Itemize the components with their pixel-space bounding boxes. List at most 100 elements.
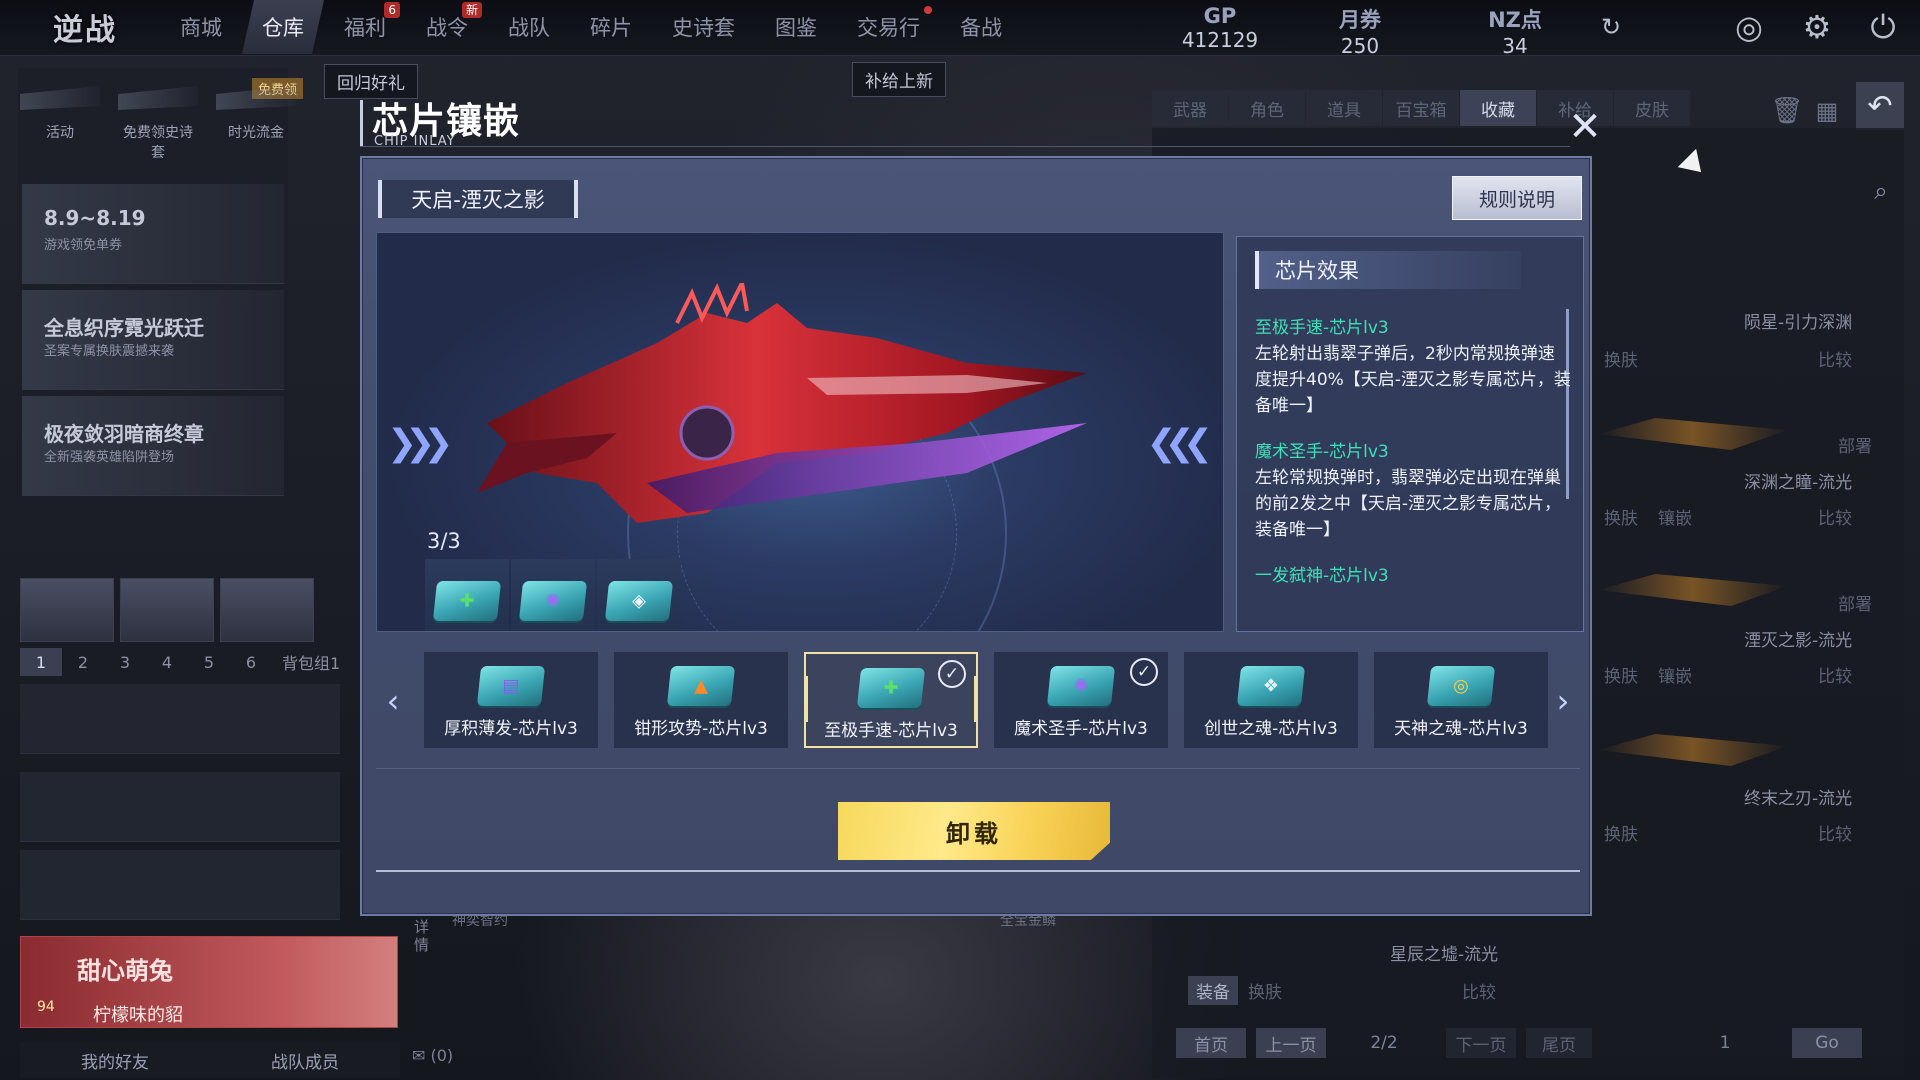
tab-treasure-box[interactable]: 百宝箱 [1383, 90, 1459, 126]
bag-tab[interactable]: 2 [62, 648, 104, 676]
chip-symbol: ▲ [694, 675, 708, 697]
compare-button[interactable]: 比较 [1818, 662, 1852, 687]
nav-codex[interactable]: 图鉴 [755, 0, 837, 54]
pager-last[interactable]: 尾页 [1526, 1028, 1592, 1058]
tab-items[interactable]: 道具 [1306, 90, 1382, 126]
chip-card[interactable]: ▤ 厚积薄发-芯片lv3 [424, 652, 598, 748]
pager-prev[interactable]: 上一页 [1256, 1028, 1326, 1058]
chip-card[interactable]: ❖ 创世之魂-芯片lv3 [1184, 652, 1358, 748]
player-title: 柠檬味的貂 [93, 1005, 183, 1026]
chip-symbol: ✚ [883, 677, 899, 699]
compare-button[interactable]: 比较 [1462, 978, 1496, 1003]
go-button[interactable]: Go [1792, 1028, 1862, 1058]
nav-prepare[interactable]: 备战 [940, 0, 1022, 54]
chip-icon: ✺ [518, 581, 588, 621]
inlay-button[interactable]: 镶嵌 [1658, 662, 1692, 687]
effects-title: 芯片效果 [1255, 251, 1521, 289]
weapon-slot[interactable] [20, 772, 340, 842]
bag-tab[interactable]: 3 [104, 648, 146, 676]
deploy-button[interactable]: 部署 [1838, 432, 1872, 457]
nav-battle-pass[interactable]: 战令新 [406, 0, 488, 54]
promo-title: 全息织序霓光跃迁 [44, 316, 204, 340]
skin-button[interactable]: 换肤 [1604, 346, 1638, 371]
chevron-left-icon[interactable]: ‹ [378, 682, 408, 720]
nav-warehouse[interactable]: 仓库 [242, 0, 324, 54]
activity-item[interactable]: 免费领史诗套 [118, 78, 198, 162]
gear-icon[interactable]: ⚙ [1796, 6, 1838, 48]
pager-next[interactable]: 下一页 [1446, 1028, 1516, 1058]
detail-side-label[interactable]: 详情 [414, 918, 434, 954]
tab-friends[interactable]: 我的好友 [20, 1042, 210, 1078]
restock-tip[interactable]: 补给上新 [852, 62, 946, 97]
activity-label: 活动 [46, 125, 74, 141]
rules-button[interactable]: 规则说明 [1452, 176, 1582, 220]
character-avatar[interactable] [220, 578, 314, 642]
equipped-slot[interactable]: ◈ [597, 559, 681, 631]
bag-tab[interactable]: 5 [188, 648, 230, 676]
promo-banner[interactable]: 极夜敛羽暗商终章 全新强袭英雄陷阱登场 [22, 396, 284, 496]
compare-button[interactable]: 比较 [1818, 820, 1852, 845]
bag-tab[interactable]: 6 [230, 648, 272, 676]
nav-shop[interactable]: 商城 [160, 0, 242, 54]
deploy-button[interactable]: 部署 [1838, 590, 1872, 615]
equipped-slot[interactable]: ✺ [511, 559, 595, 631]
nav-epic-set[interactable]: 史诗套 [652, 0, 755, 54]
promo-banner[interactable]: 8.9~8.19 游戏领免单券 [22, 184, 284, 284]
chip-card-selected[interactable]: ✓ ✚ 至极手速-芯片lv3 [804, 652, 978, 748]
weapon-slot[interactable] [20, 684, 340, 754]
game-logo: 逆战 [53, 13, 117, 48]
trash-icon[interactable]: 🗑 [1766, 90, 1808, 132]
radar-icon[interactable]: ◎ [1728, 6, 1770, 48]
unload-button[interactable]: 卸载 [838, 802, 1110, 860]
promo-subtitle: 圣案专属换肤震撼来袭 [44, 344, 175, 359]
selection-marker [804, 676, 808, 722]
equipped-slot[interactable]: ✚ [425, 559, 509, 631]
nav-fragments[interactable]: 碎片 [570, 0, 652, 54]
compare-button[interactable]: 比较 [1818, 504, 1852, 529]
mail-indicator[interactable]: ✉ (0) [412, 1046, 453, 1065]
equip-button[interactable]: 装备 [1188, 976, 1238, 1005]
refresh-icon[interactable]: ↻ [1590, 6, 1632, 48]
tab-collection[interactable]: 收藏 [1460, 90, 1536, 126]
tab-characters[interactable]: 角色 [1229, 90, 1305, 126]
chip-card[interactable]: ✓ ✺ 魔术圣手-芯片lv3 [994, 652, 1168, 748]
promo-banner[interactable]: 全息织序霓光跃迁 圣案专属换肤震撼来袭 [22, 290, 284, 390]
friend-tabs: 我的好友 战队成员 [20, 1042, 400, 1078]
chip-card[interactable]: ◎ 天神之魂-芯片lv3 [1374, 652, 1548, 748]
bag-tab[interactable]: 1 [20, 648, 62, 676]
nav-trading[interactable]: 交易行 [837, 0, 940, 54]
search-icon[interactable]: ⌕ [1860, 170, 1902, 212]
close-icon[interactable]: ✕ [1566, 107, 1604, 147]
activity-icon [20, 86, 100, 110]
tab-team-members[interactable]: 战队成员 [210, 1042, 400, 1078]
character-avatar[interactable] [120, 578, 214, 642]
chip-icon: ◈ [604, 581, 674, 621]
tab-weapons[interactable]: 武器 [1152, 90, 1228, 126]
activity-item[interactable]: 时光流金 [216, 78, 296, 162]
page-input[interactable]: 1 [1690, 1028, 1760, 1058]
activity-item[interactable]: 活动 [20, 78, 100, 162]
skin-button[interactable]: 换肤 [1248, 978, 1282, 1003]
weapon-slot[interactable] [20, 850, 340, 920]
chip-icon: ❖ [1236, 666, 1306, 706]
sort-icon[interactable]: ▦ [1806, 90, 1848, 132]
skin-button[interactable]: 换肤 [1604, 820, 1638, 845]
bag-tab[interactable]: 4 [146, 648, 188, 676]
skin-button[interactable]: 换肤 [1604, 662, 1638, 687]
inlay-button[interactable]: 镶嵌 [1658, 504, 1692, 529]
chip-card[interactable]: ▲ 钳形攻势-芯片lv3 [614, 652, 788, 748]
chevron-right-icon[interactable]: › [1548, 682, 1578, 720]
nav-welfare[interactable]: 福利 6 [324, 0, 406, 54]
chip-symbol: ◎ [1453, 675, 1469, 697]
skin-button[interactable]: 换肤 [1604, 504, 1638, 529]
power-icon[interactable]: ⏻ [1862, 6, 1904, 48]
tab-skins[interactable]: 皮肤 [1614, 90, 1690, 126]
compare-button[interactable]: 比较 [1818, 346, 1852, 371]
character-avatar[interactable] [20, 578, 114, 642]
nav-team[interactable]: 战队 [488, 0, 570, 54]
pager-first[interactable]: 首页 [1176, 1028, 1246, 1058]
chip-name: 创世之魂-芯片lv3 [1204, 719, 1338, 739]
back-icon[interactable]: ↶ [1856, 82, 1904, 130]
nav-label: 史诗套 [672, 16, 735, 40]
player-profile-card[interactable]: 甜心萌兔 94 柠檬味的貂 [20, 936, 398, 1028]
